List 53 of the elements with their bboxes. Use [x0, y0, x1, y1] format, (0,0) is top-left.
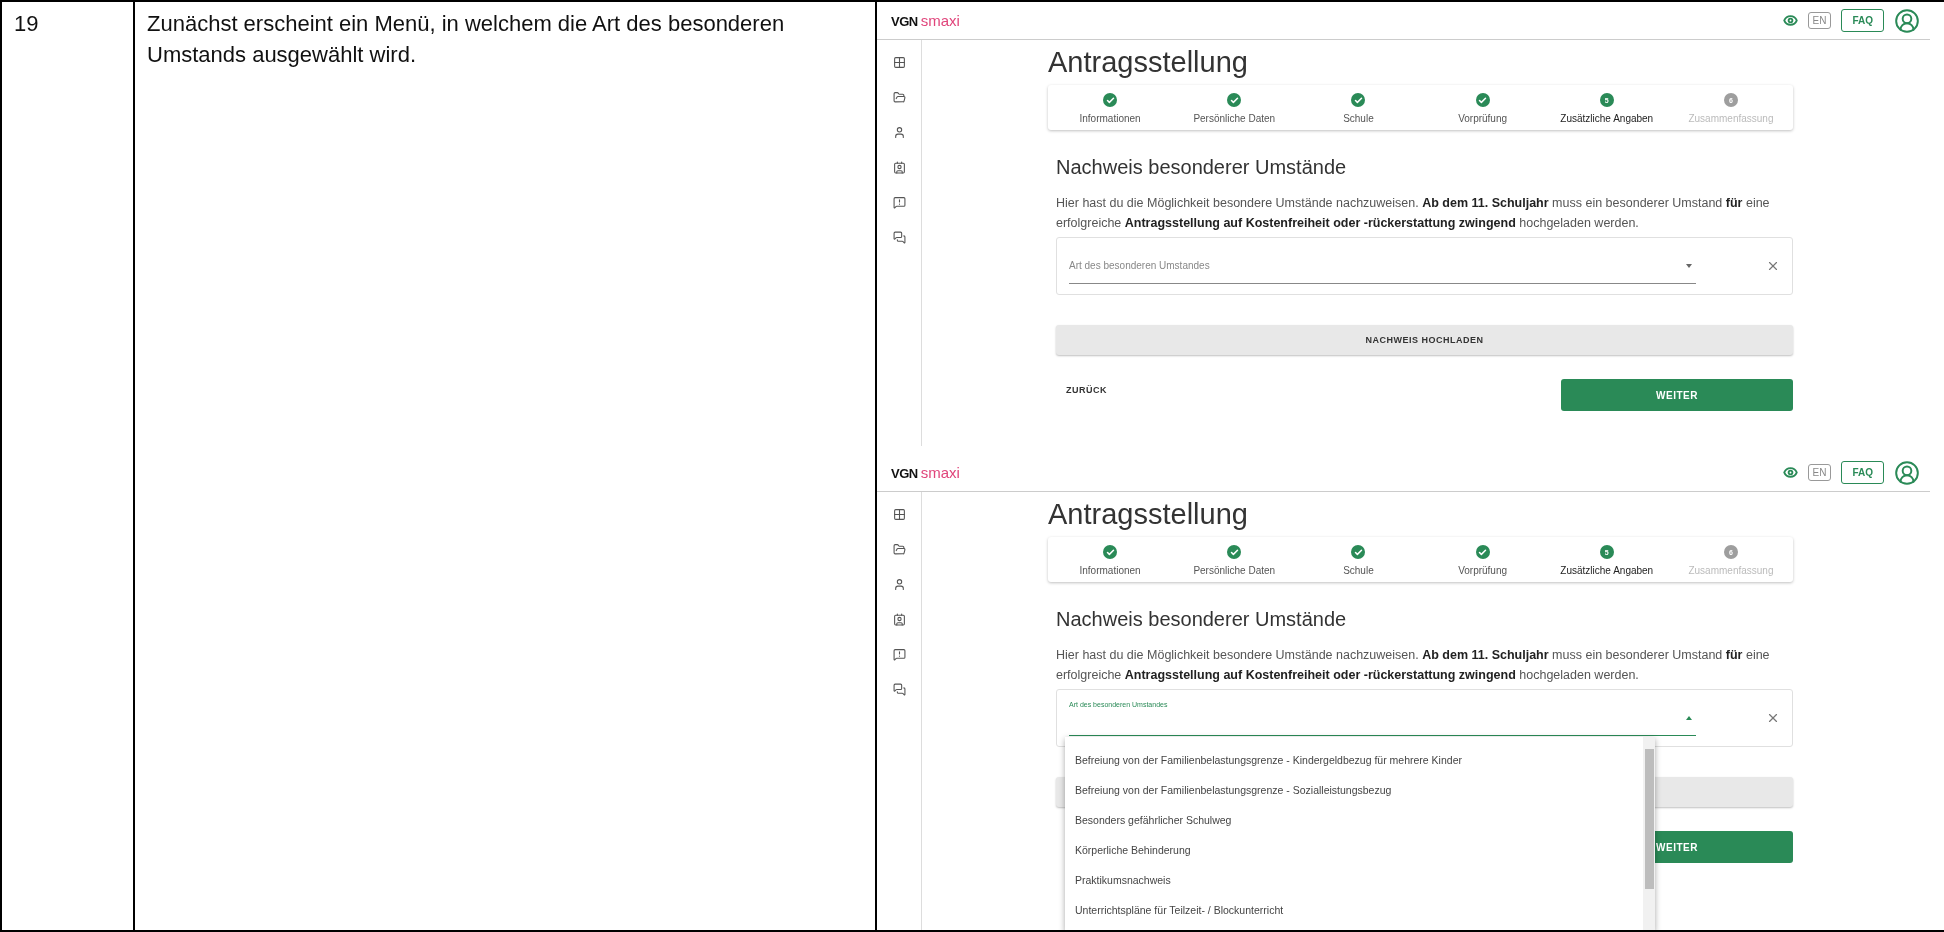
- info-paragraph: Hier hast du die Möglichkeit besondere Umstände nachzuweisen. Ab dem 11. Schuljahr muss ein besonderer Umstand für eine erfolgreiche Antragsstellung auf Kostenfreiheit oder -rückerstattung zwingend hochgeladen werden.: [1056, 195, 1771, 232]
- logo-product: smaxi: [920, 12, 960, 29]
- menu-option[interactable]: Praktikumsnachweis: [1065, 865, 1643, 895]
- back-button[interactable]: ZURÜCK: [1056, 379, 1117, 401]
- step-description: Zunächst erscheint ein Menü, in welchem die Art des besonderen Umstands ausgewählt wird.: [147, 10, 786, 69]
- logo-brand: VGN: [891, 466, 918, 481]
- info-paragraph: Hier hast du die Möglichkeit besondere Umstände nachzuweisen. Ab dem 11. Schuljahr muss ein besonderer Umstand für eine erfolgreiche Antragsstellung auf Kostenfreiheit oder -rückerstattung zwingend hochgeladen werden.: [1056, 647, 1771, 684]
- account-icon[interactable]: [1894, 7, 1920, 34]
- section-title: Nachweis besonderer Umstände: [1056, 608, 1348, 631]
- contact-card-icon[interactable]: [892, 161, 906, 174]
- faq-button[interactable]: FAQ: [1841, 461, 1884, 484]
- next-button[interactable]: WEITER: [1561, 379, 1793, 411]
- menu-option[interactable]: Befreiung von der Familienbelastungsgrenze - Kindergeldbezug für mehrere Kinder: [1065, 745, 1643, 775]
- eye-icon[interactable]: [1782, 465, 1798, 480]
- language-button[interactable]: EN: [1807, 464, 1832, 481]
- faq-button[interactable]: FAQ: [1841, 9, 1884, 32]
- step-label[interactable]: Schule: [1343, 113, 1374, 124]
- account-icon[interactable]: [1894, 459, 1920, 486]
- folder-icon[interactable]: [892, 543, 906, 556]
- step-label[interactable]: Persönliche Daten: [1193, 565, 1276, 576]
- step-label[interactable]: Vorprüfung: [1458, 565, 1508, 576]
- chat-icon[interactable]: [892, 683, 906, 696]
- step-label[interactable]: Persönliche Daten: [1193, 113, 1276, 124]
- page-title: Antragsstellung: [1048, 46, 1249, 79]
- person-icon[interactable]: [892, 578, 906, 591]
- select-field[interactable]: Art des besonderen Umstandes: [1069, 248, 1696, 284]
- step-label[interactable]: Zusätzliche Angaben: [1560, 113, 1654, 124]
- menu-option[interactable]: Befreiung von der Familienbelastungsgrenze - Sozialleistungsbezug: [1065, 775, 1643, 805]
- message-alert-icon[interactable]: [892, 648, 906, 661]
- logo-product: smaxi: [920, 464, 960, 481]
- row-number: 19: [14, 10, 40, 38]
- section-title: Nachweis besonderer Umstände: [1056, 156, 1348, 179]
- step-label[interactable]: Schule: [1343, 565, 1374, 576]
- close-icon[interactable]: [1766, 259, 1780, 273]
- step-label[interactable]: Informationen: [1079, 113, 1141, 124]
- grid-icon[interactable]: [892, 56, 906, 69]
- close-icon[interactable]: [1766, 711, 1780, 725]
- upload-button[interactable]: NACHWEIS HOCHLADEN: [1056, 325, 1793, 355]
- eye-icon[interactable]: [1782, 13, 1798, 28]
- folder-icon[interactable]: [892, 91, 906, 104]
- contact-card-icon[interactable]: [892, 613, 906, 626]
- step-label[interactable]: Informationen: [1079, 565, 1141, 576]
- person-icon[interactable]: [892, 126, 906, 139]
- message-alert-icon[interactable]: [892, 196, 906, 209]
- menu-option[interactable]: Unterrichtspläne für Teilzeit- / Blockunterricht: [1065, 895, 1643, 925]
- step-label[interactable]: Vorprüfung: [1458, 113, 1508, 124]
- menu-scrollbar[interactable]: [1643, 737, 1655, 930]
- language-button[interactable]: EN: [1807, 12, 1832, 29]
- logo-brand: VGN: [891, 14, 918, 29]
- page-title: Antragsstellung: [1048, 498, 1249, 531]
- grid-icon[interactable]: [892, 508, 906, 521]
- step-label[interactable]: Zusätzliche Angaben: [1560, 565, 1654, 576]
- chat-icon[interactable]: [892, 231, 906, 244]
